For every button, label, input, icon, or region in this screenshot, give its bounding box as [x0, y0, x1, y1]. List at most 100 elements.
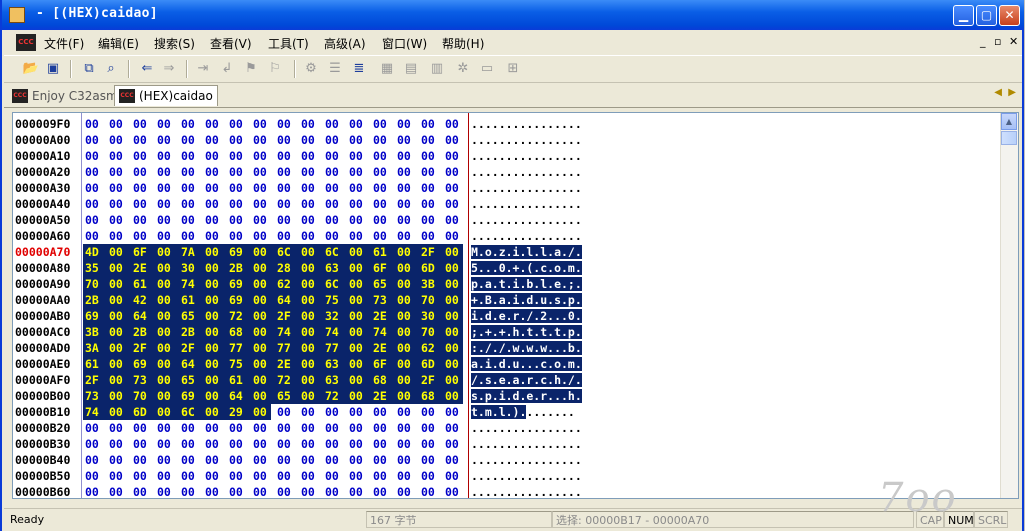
hex-byte[interactable]: 00 — [349, 164, 366, 180]
hex-byte[interactable]: 00 — [157, 164, 174, 180]
mdi-minimize-icon[interactable]: _ — [980, 35, 986, 48]
hex-byte[interactable]: 00 — [229, 228, 246, 244]
hex-byte[interactable]: 00 — [301, 116, 318, 132]
hex-byte[interactable]: 74 — [373, 324, 390, 340]
hex-byte[interactable]: 00 — [181, 228, 198, 244]
hex-row[interactable]: 00000A70 4D 00 6F 00 7A 00 69 00 6C 00 6C 00 61 00 2F 00… — [13, 244, 1003, 260]
hex-byte[interactable]: 00 — [109, 436, 126, 452]
find-icon[interactable]: ⌕ — [102, 60, 120, 77]
hex-byte[interactable]: 00 — [109, 420, 126, 436]
hex-byte[interactable]: 00 — [205, 292, 222, 308]
hex-byte[interactable]: 00 — [397, 292, 414, 308]
hex-row[interactable]: 00000B20 00 00 00 00 00 00 00 00 00 00 00 00 00 00 00 00… — [13, 420, 1003, 436]
hex-byte[interactable]: 00 — [277, 180, 294, 196]
hex-byte[interactable]: 00 — [301, 260, 318, 276]
hex-byte[interactable]: 00 — [109, 308, 126, 324]
hex-byte[interactable]: 00 — [253, 148, 270, 164]
hex-byte[interactable]: 00 — [373, 116, 390, 132]
hex-byte[interactable]: 00 — [157, 388, 174, 404]
hex-row[interactable]: 00000A10 00 00 00 00 00 00 00 00 00 00 00 00 00 00 00 00… — [13, 148, 1003, 164]
hex-byte[interactable]: 00 — [445, 308, 462, 324]
hex-byte[interactable]: 00 — [373, 436, 390, 452]
hex-byte[interactable]: 00 — [325, 468, 342, 484]
hex-byte[interactable]: 00 — [421, 228, 438, 244]
hex-byte[interactable]: 00 — [397, 452, 414, 468]
hex-byte[interactable]: 00 — [205, 148, 222, 164]
hex-byte[interactable]: 77 — [325, 340, 342, 356]
ascii-text[interactable]: ................ — [471, 212, 582, 228]
hex-byte[interactable]: 00 — [445, 212, 462, 228]
hex-byte[interactable]: 61 — [373, 244, 390, 260]
hex-byte[interactable]: 00 — [253, 132, 270, 148]
hex-byte[interactable]: 00 — [277, 164, 294, 180]
hex-byte[interactable]: 00 — [373, 132, 390, 148]
hex-byte[interactable]: 61 — [133, 276, 150, 292]
hex-byte[interactable]: 00 — [157, 228, 174, 244]
hex-byte[interactable]: 00 — [109, 132, 126, 148]
ascii-text[interactable]: /.s.e.a.r.c.h./. — [471, 372, 582, 388]
hex-byte[interactable]: 00 — [205, 260, 222, 276]
ascii-text[interactable]: ................ — [471, 164, 582, 180]
hex-byte[interactable]: 00 — [85, 468, 102, 484]
menu-tools[interactable]: 工具(T) — [268, 35, 309, 52]
copy-icon[interactable]: ⧉ — [80, 60, 98, 77]
hex-byte[interactable]: 00 — [133, 484, 150, 498]
hex-byte[interactable]: 00 — [157, 356, 174, 372]
hex-byte[interactable]: 00 — [157, 436, 174, 452]
hex-byte[interactable]: 00 — [253, 452, 270, 468]
hex-byte[interactable]: 00 — [301, 468, 318, 484]
hex-row[interactable]: 00000AA0 2B 00 42 00 61 00 69 00 64 00 75 00 73 00 70 00… — [13, 292, 1003, 308]
ascii-text[interactable]: ................ — [471, 484, 582, 498]
hex-byte[interactable]: 00 — [229, 452, 246, 468]
hex-byte[interactable]: 30 — [421, 308, 438, 324]
hex-byte[interactable]: 32 — [325, 308, 342, 324]
hex-byte[interactable]: 2B — [229, 260, 246, 276]
hex-byte[interactable]: 00 — [253, 292, 270, 308]
hex-byte[interactable]: 00 — [157, 292, 174, 308]
hex-byte[interactable]: 00 — [301, 132, 318, 148]
hex-byte[interactable]: 00 — [181, 196, 198, 212]
hex-byte[interactable]: 00 — [157, 324, 174, 340]
hex-row[interactable]: 00000B50 00 00 00 00 00 00 00 00 00 00 00 00 00 00 00 00… — [13, 468, 1003, 484]
ascii-text[interactable]: ;.+.+.h.t.t.t.p. — [471, 324, 582, 340]
hex-byte[interactable]: 00 — [229, 196, 246, 212]
hex-byte[interactable]: 00 — [445, 276, 462, 292]
hex-byte[interactable]: 2F — [133, 340, 150, 356]
hex-byte[interactable]: 00 — [109, 356, 126, 372]
hex-byte[interactable]: 00 — [157, 484, 174, 498]
hex-byte[interactable]: 00 — [253, 340, 270, 356]
hex-byte[interactable]: 00 — [325, 132, 342, 148]
settings-icon[interactable]: ⚙ — [302, 60, 320, 77]
hex-byte[interactable]: 00 — [349, 404, 366, 420]
hex-byte[interactable]: 70 — [133, 388, 150, 404]
hex-byte[interactable]: 00 — [157, 212, 174, 228]
hex-byte[interactable]: 00 — [253, 484, 270, 498]
hex-byte[interactable]: 00 — [445, 244, 462, 260]
hex-byte[interactable]: 00 — [397, 196, 414, 212]
hex-byte[interactable]: 00 — [445, 132, 462, 148]
chart-icon[interactable]: ▥ — [428, 60, 446, 77]
hex-row[interactable]: 00000A50 00 00 00 00 00 00 00 00 00 00 00 00 00 00 00 00… — [13, 212, 1003, 228]
hex-byte[interactable]: 00 — [157, 404, 174, 420]
hex-byte[interactable]: 00 — [421, 420, 438, 436]
hex-byte[interactable]: 00 — [445, 148, 462, 164]
hex-byte[interactable]: 00 — [157, 468, 174, 484]
hex-byte[interactable]: 70 — [421, 292, 438, 308]
hex-byte[interactable]: 00 — [397, 148, 414, 164]
hex-byte[interactable]: 6D — [133, 404, 150, 420]
hex-byte[interactable]: 00 — [181, 452, 198, 468]
hex-row[interactable]: 000009F0 00 00 00 00 00 00 00 00 00 00 00 00 00 00 00 00… — [13, 116, 1003, 132]
hex-byte[interactable]: 00 — [373, 404, 390, 420]
hex-byte[interactable]: 00 — [133, 452, 150, 468]
menu-help[interactable]: 帮助(H) — [442, 35, 484, 52]
ascii-text[interactable]: ................ — [471, 228, 582, 244]
hex-byte[interactable]: 00 — [277, 468, 294, 484]
hex-byte[interactable]: 00 — [445, 324, 462, 340]
menu-advanced[interactable]: 高级(A) — [324, 35, 366, 52]
ascii-text[interactable]: +.B.a.i.d.u.s.p. — [471, 292, 582, 308]
hex-byte[interactable]: 2F — [85, 372, 102, 388]
hex-byte[interactable]: 00 — [277, 148, 294, 164]
hex-byte[interactable]: 00 — [181, 420, 198, 436]
hex-byte[interactable]: 00 — [325, 452, 342, 468]
hex-byte[interactable]: 00 — [349, 292, 366, 308]
